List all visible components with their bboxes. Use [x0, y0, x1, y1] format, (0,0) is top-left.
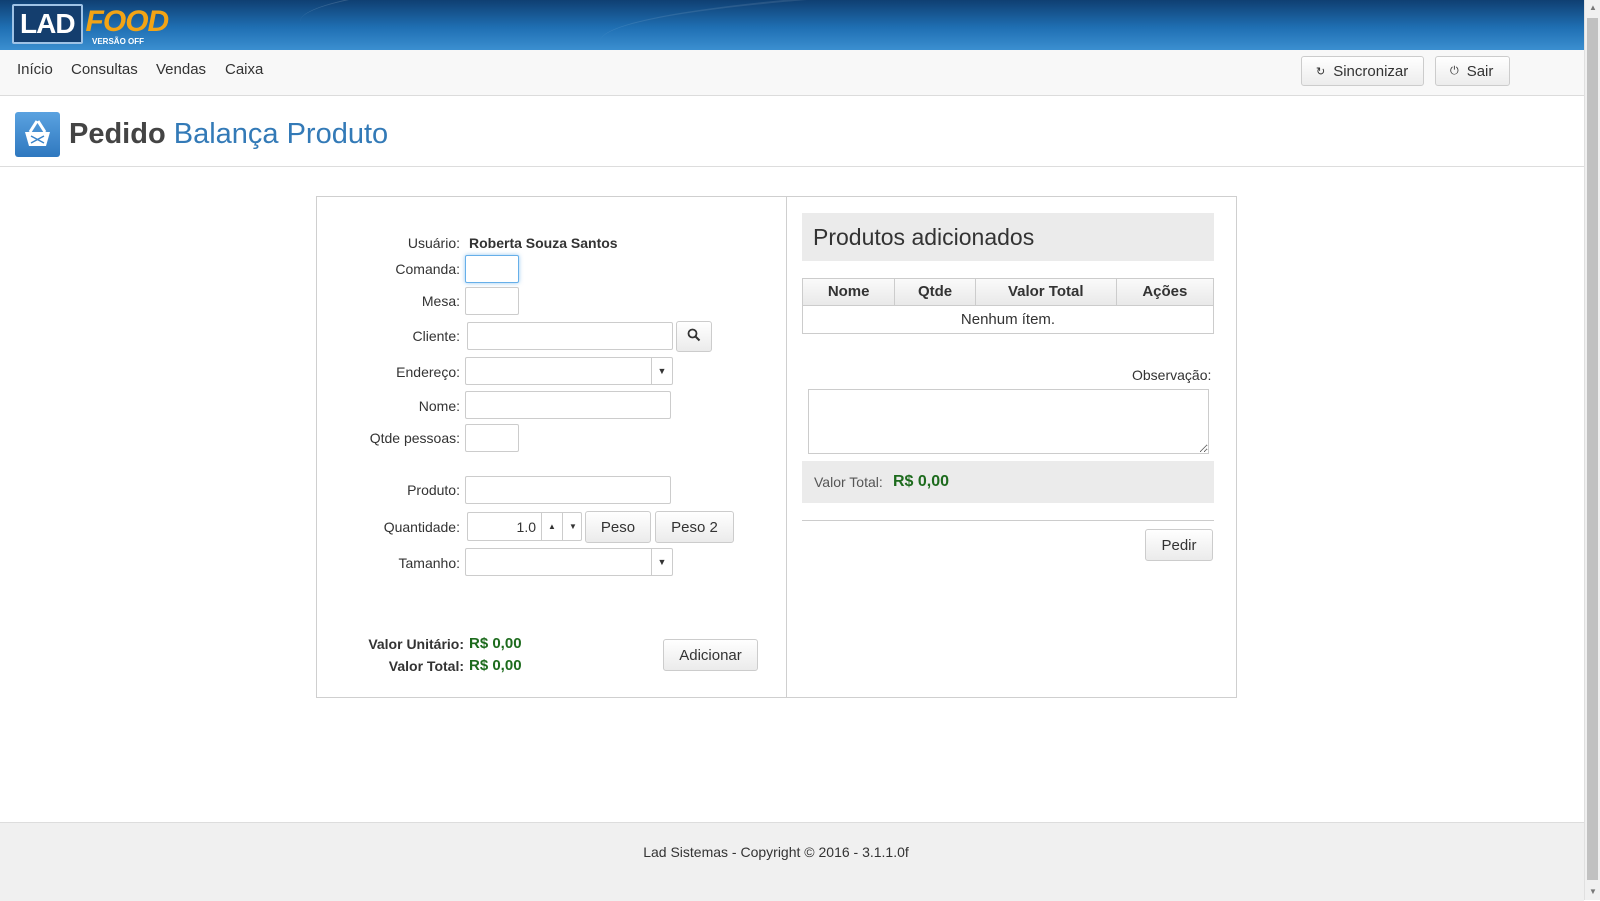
order-total-bar: Valor Total: R$ 0,00	[802, 461, 1214, 503]
nav-item-consultas[interactable]: Consultas	[71, 61, 138, 78]
endereco-select[interactable]: ▼	[465, 357, 673, 385]
page-title-light: Balança Produto	[173, 118, 389, 150]
observacao-textarea[interactable]	[808, 389, 1209, 454]
endereco-label: Endereço:	[396, 364, 460, 380]
nome-label: Nome:	[418, 398, 460, 414]
pedir-button[interactable]: Pedir	[1145, 529, 1213, 561]
logo-subtitle: VERSÃO OFF	[92, 37, 145, 46]
nav-item-inicio[interactable]: Início	[17, 61, 53, 78]
valor-total-value: R$ 0,00	[469, 657, 522, 674]
valor-total-label: Valor Total:	[388, 658, 464, 674]
usuario-label: Usuário:	[407, 235, 460, 251]
footer: Lad Sistemas - Copyright © 2016 - 3.1.1.…	[0, 822, 1584, 901]
logo-food-text: FOOD	[85, 5, 170, 38]
quantidade-label: Quantidade:	[383, 519, 460, 535]
scrollbar-thumb[interactable]	[1587, 18, 1598, 880]
order-total-value: R$ 0,00	[893, 473, 950, 490]
cliente-input[interactable]	[467, 322, 673, 350]
page: LAD FOOD VERSÃO OFF Início Consultas Ven…	[0, 0, 1584, 901]
scroll-down-icon[interactable]: ▼	[1585, 884, 1600, 900]
qtde-pessoas-input[interactable]	[465, 424, 519, 452]
refresh-icon: ↻	[1316, 65, 1326, 78]
sync-button[interactable]: ↻ Sincronizar	[1301, 56, 1424, 86]
cliente-search-button[interactable]	[676, 321, 712, 352]
quantidade-stepper[interactable]: 1.0 ▲ ▼	[467, 512, 582, 541]
table-header: Nome Qtde Valor Total Ações	[803, 279, 1213, 306]
observacao-label: Observação:	[1132, 367, 1212, 383]
quantidade-value: 1.0	[516, 519, 536, 535]
column-header-valor-total[interactable]: Valor Total	[976, 279, 1117, 305]
page-title-strong: Pedido	[69, 118, 166, 150]
comanda-label: Comanda:	[395, 261, 460, 277]
tamanho-label: Tamanho:	[398, 555, 460, 571]
peso2-button[interactable]: Peso 2	[655, 511, 734, 543]
exit-button-label: Sair	[1466, 62, 1494, 80]
app-header: LAD FOOD VERSÃO OFF	[0, 0, 1584, 50]
usuario-value: Roberta Souza Santos	[469, 235, 618, 251]
nav-item-vendas[interactable]: Vendas	[156, 61, 206, 78]
produto-input[interactable]	[465, 476, 671, 504]
valor-unitario-label: Valor Unitário:	[368, 636, 464, 652]
produtos-heading: Produtos adicionados	[802, 213, 1214, 261]
order-total-label: Valor Total:	[814, 474, 883, 490]
chevron-down-icon: ▼	[651, 358, 672, 384]
order-panel: Usuário: Roberta Souza Santos Comanda: M…	[316, 196, 1237, 698]
panel-divider	[786, 197, 787, 697]
basket-icon	[15, 112, 60, 157]
vertical-scrollbar[interactable]: ▲ ▼	[1584, 0, 1600, 900]
nome-input[interactable]	[465, 391, 671, 419]
cliente-label: Cliente:	[412, 328, 460, 344]
qtde-pessoas-label: Qtde pessoas:	[369, 430, 460, 446]
scroll-up-icon[interactable]: ▲	[1585, 0, 1600, 16]
page-title: Pedido Balança Produto	[69, 116, 388, 152]
stepper-down-icon[interactable]: ▼	[562, 513, 583, 540]
chevron-down-icon: ▼	[651, 549, 672, 575]
page-header: Pedido Balança Produto	[0, 96, 1584, 167]
mesa-label: Mesa:	[421, 293, 460, 309]
main-navbar: Início Consultas Vendas Caixa ↻ Sincroni…	[0, 50, 1584, 96]
comanda-input[interactable]	[465, 255, 519, 283]
valor-unitario-value: R$ 0,00	[469, 635, 522, 652]
column-header-acoes[interactable]: Ações	[1117, 279, 1213, 305]
exit-button[interactable]: ⏻ Sair	[1435, 56, 1510, 86]
sync-button-label: Sincronizar	[1333, 62, 1409, 80]
power-icon: ⏻	[1450, 64, 1459, 77]
app-logo[interactable]: LAD FOOD VERSÃO OFF	[12, 4, 170, 46]
nav-item-caixa[interactable]: Caixa	[225, 61, 263, 78]
column-header-qtde[interactable]: Qtde	[895, 279, 976, 305]
adicionar-button[interactable]: Adicionar	[663, 639, 758, 671]
logo-lad-text: LAD	[12, 4, 83, 44]
right-divider	[802, 520, 1214, 521]
produto-label: Produto:	[407, 482, 460, 498]
stepper-up-icon[interactable]: ▲	[541, 513, 562, 540]
peso-button[interactable]: Peso	[585, 511, 651, 543]
produtos-table: Nome Qtde Valor Total Ações Nenhum ítem.	[802, 278, 1214, 334]
column-header-nome[interactable]: Nome	[803, 279, 896, 305]
table-empty-message: Nenhum ítem.	[960, 311, 1056, 328]
footer-copyright: Lad Sistemas - Copyright © 2016 - 3.1.1.…	[643, 844, 909, 860]
search-icon	[687, 328, 701, 346]
tamanho-select[interactable]: ▼	[465, 548, 673, 576]
mesa-input[interactable]	[465, 287, 519, 315]
